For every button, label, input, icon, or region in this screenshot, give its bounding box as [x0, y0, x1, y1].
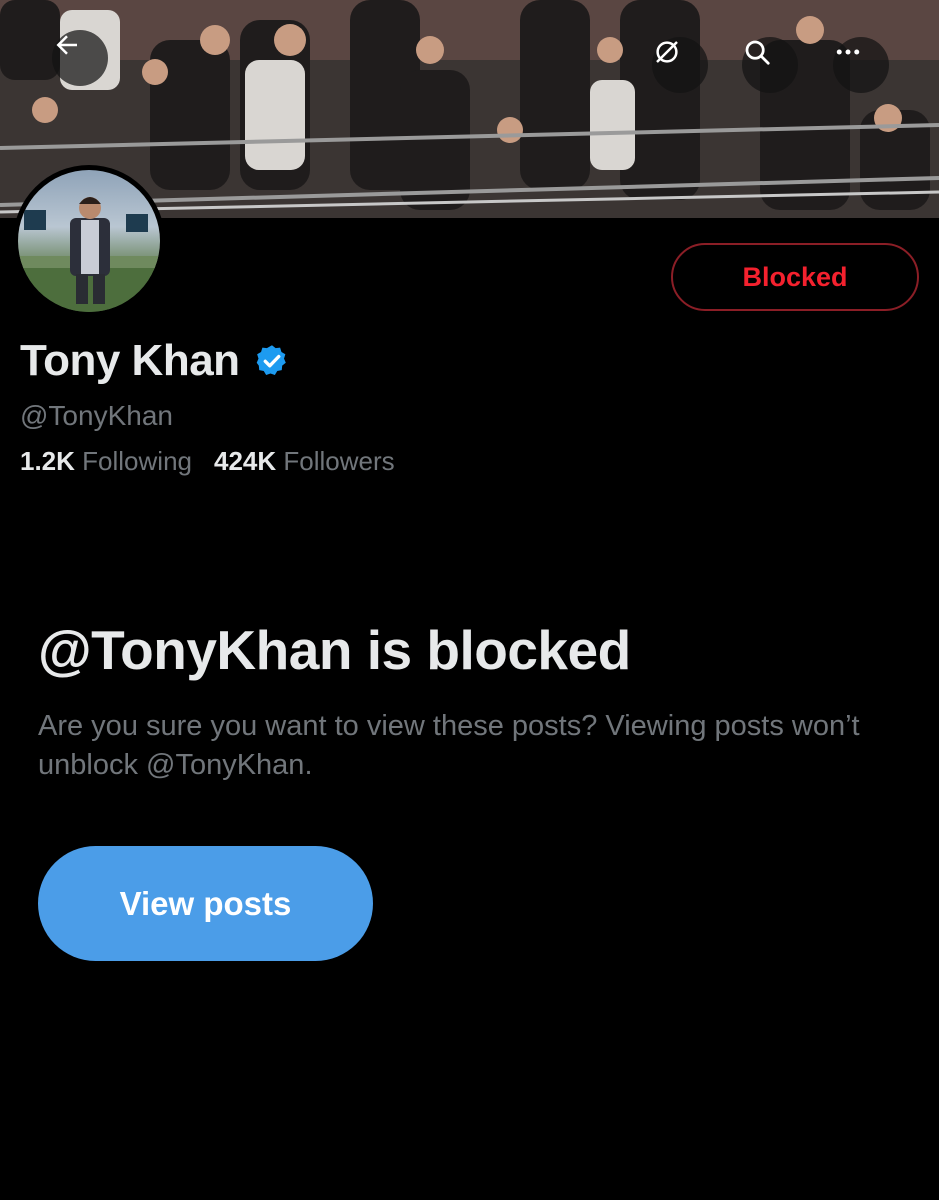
more-icon — [836, 49, 860, 55]
verified-badge-icon[interactable] — [254, 343, 290, 379]
blocked-notice-title: @TonyKhan is blocked — [38, 619, 631, 681]
display-name: Tony Khan — [20, 336, 240, 385]
avatar-photo — [18, 170, 160, 312]
followers-link[interactable]: 424K Followers — [214, 446, 395, 477]
blocked-button[interactable]: Blocked — [671, 243, 919, 311]
followers-label: Followers — [283, 446, 395, 476]
view-posts-button[interactable]: View posts — [38, 846, 373, 961]
back-button[interactable] — [52, 30, 108, 86]
following-label: Following — [82, 446, 192, 476]
profile-name-row: Tony Khan — [20, 336, 290, 386]
followers-count: 424K — [213, 446, 277, 476]
following-count: 1.2K — [20, 446, 75, 476]
profile-stats: 1.2K Following 424K Followers — [20, 446, 395, 477]
profile-handle: @TonyKhan — [20, 400, 173, 431]
blocked-notice-description: Are you sure you want to view these post… — [38, 710, 860, 781]
following-link[interactable]: 1.2K Following — [20, 446, 192, 477]
arrow-left-icon — [56, 35, 77, 55]
search-button[interactable] — [742, 37, 798, 93]
grok-icon — [656, 41, 678, 63]
more-options-button[interactable] — [833, 37, 889, 93]
search-icon — [745, 40, 770, 65]
grok-button[interactable] — [652, 37, 708, 93]
avatar[interactable] — [13, 165, 165, 317]
